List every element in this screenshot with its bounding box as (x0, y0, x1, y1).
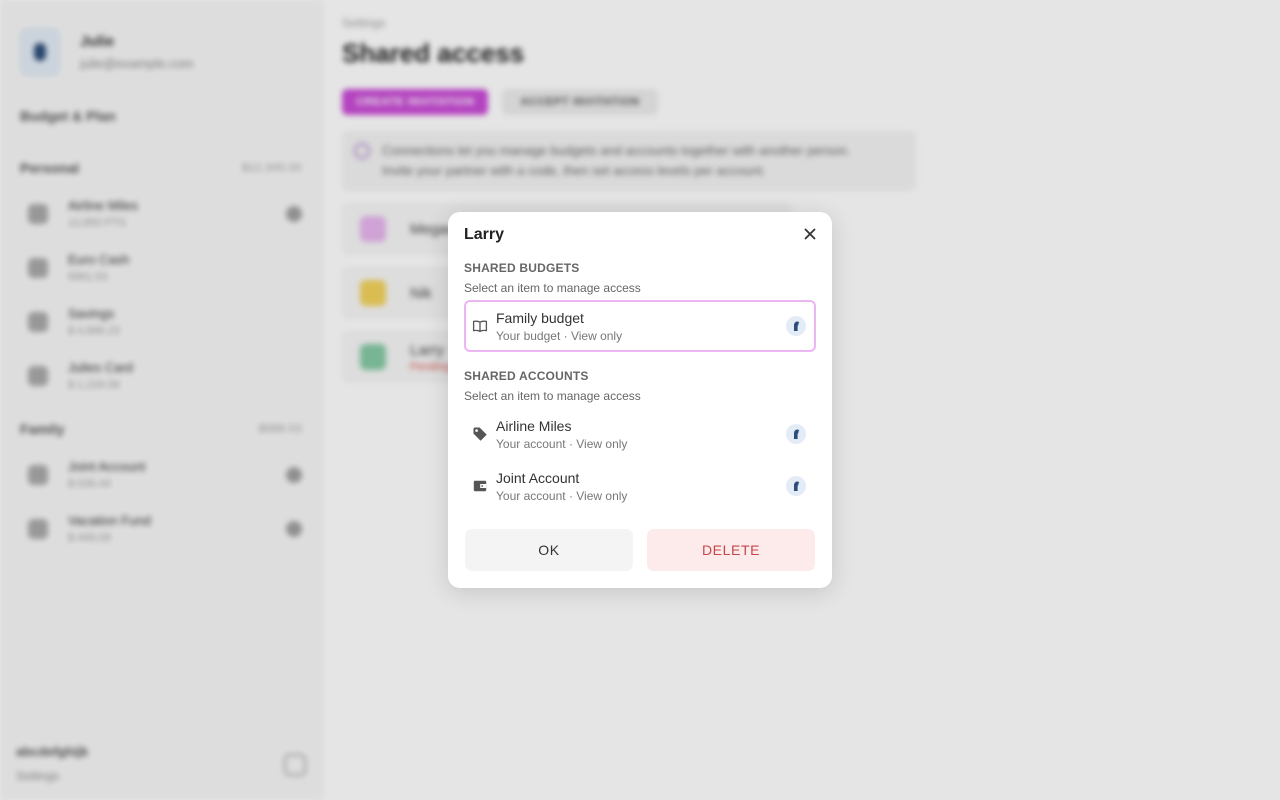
account-item-airline-miles[interactable]: Airline Miles Your account · View only (464, 408, 816, 460)
budget-item-family-budget[interactable]: Family budget Your budget · View only (464, 300, 816, 352)
shared-accounts-title: SHARED ACCOUNTS (464, 369, 589, 383)
shared-budgets-hint: Select an item to manage access (464, 281, 641, 295)
item-subtitle: Your account · View only (496, 488, 628, 503)
item-name: Joint Account (496, 469, 580, 486)
account-item-joint-account[interactable]: Joint Account Your account · View only (464, 460, 816, 512)
item-name: Family budget (496, 309, 584, 326)
person-icon (786, 476, 806, 496)
close-button[interactable] (802, 226, 818, 242)
wallet-icon (472, 478, 488, 494)
delete-button[interactable]: DELETE (647, 529, 815, 571)
item-name: Airline Miles (496, 417, 572, 434)
shared-accounts-hint: Select an item to manage access (464, 389, 641, 403)
ok-button[interactable]: OK (465, 529, 633, 571)
person-icon (786, 316, 806, 336)
book-icon (472, 318, 488, 334)
dialog-title: Larry (464, 226, 505, 243)
person-icon (786, 424, 806, 444)
item-subtitle: Your budget · View only (496, 328, 623, 343)
shared-access-dialog: Larry SHARED BUDGETS Select an item to m… (448, 212, 832, 588)
close-icon (804, 228, 816, 240)
shared-budgets-title: SHARED BUDGETS (464, 261, 580, 275)
tag-icon (472, 426, 488, 442)
item-subtitle: Your account · View only (496, 436, 628, 451)
